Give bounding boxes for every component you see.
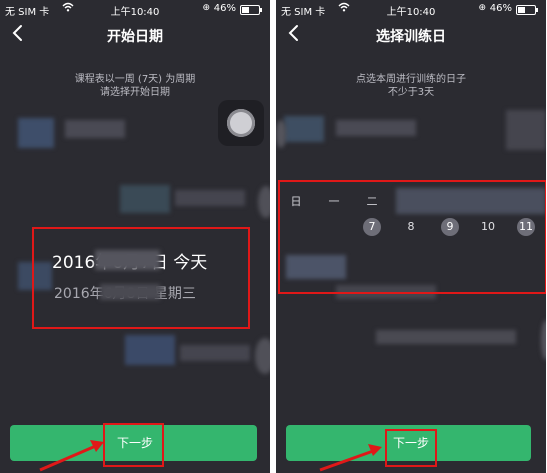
screen-training-days: 无 SIM 卡 上午10:40 ⊕ 46% 选择训练日 点选本周进行训练的日子 … — [276, 0, 546, 473]
screen-start-date: 无 SIM 卡 上午10:40 ⊕ 46% 开始日期 课程表以一周 (7天) 为… — [0, 0, 270, 473]
annotation-arrow-icon — [39, 440, 104, 472]
annotation-arrow-icon — [319, 444, 382, 472]
